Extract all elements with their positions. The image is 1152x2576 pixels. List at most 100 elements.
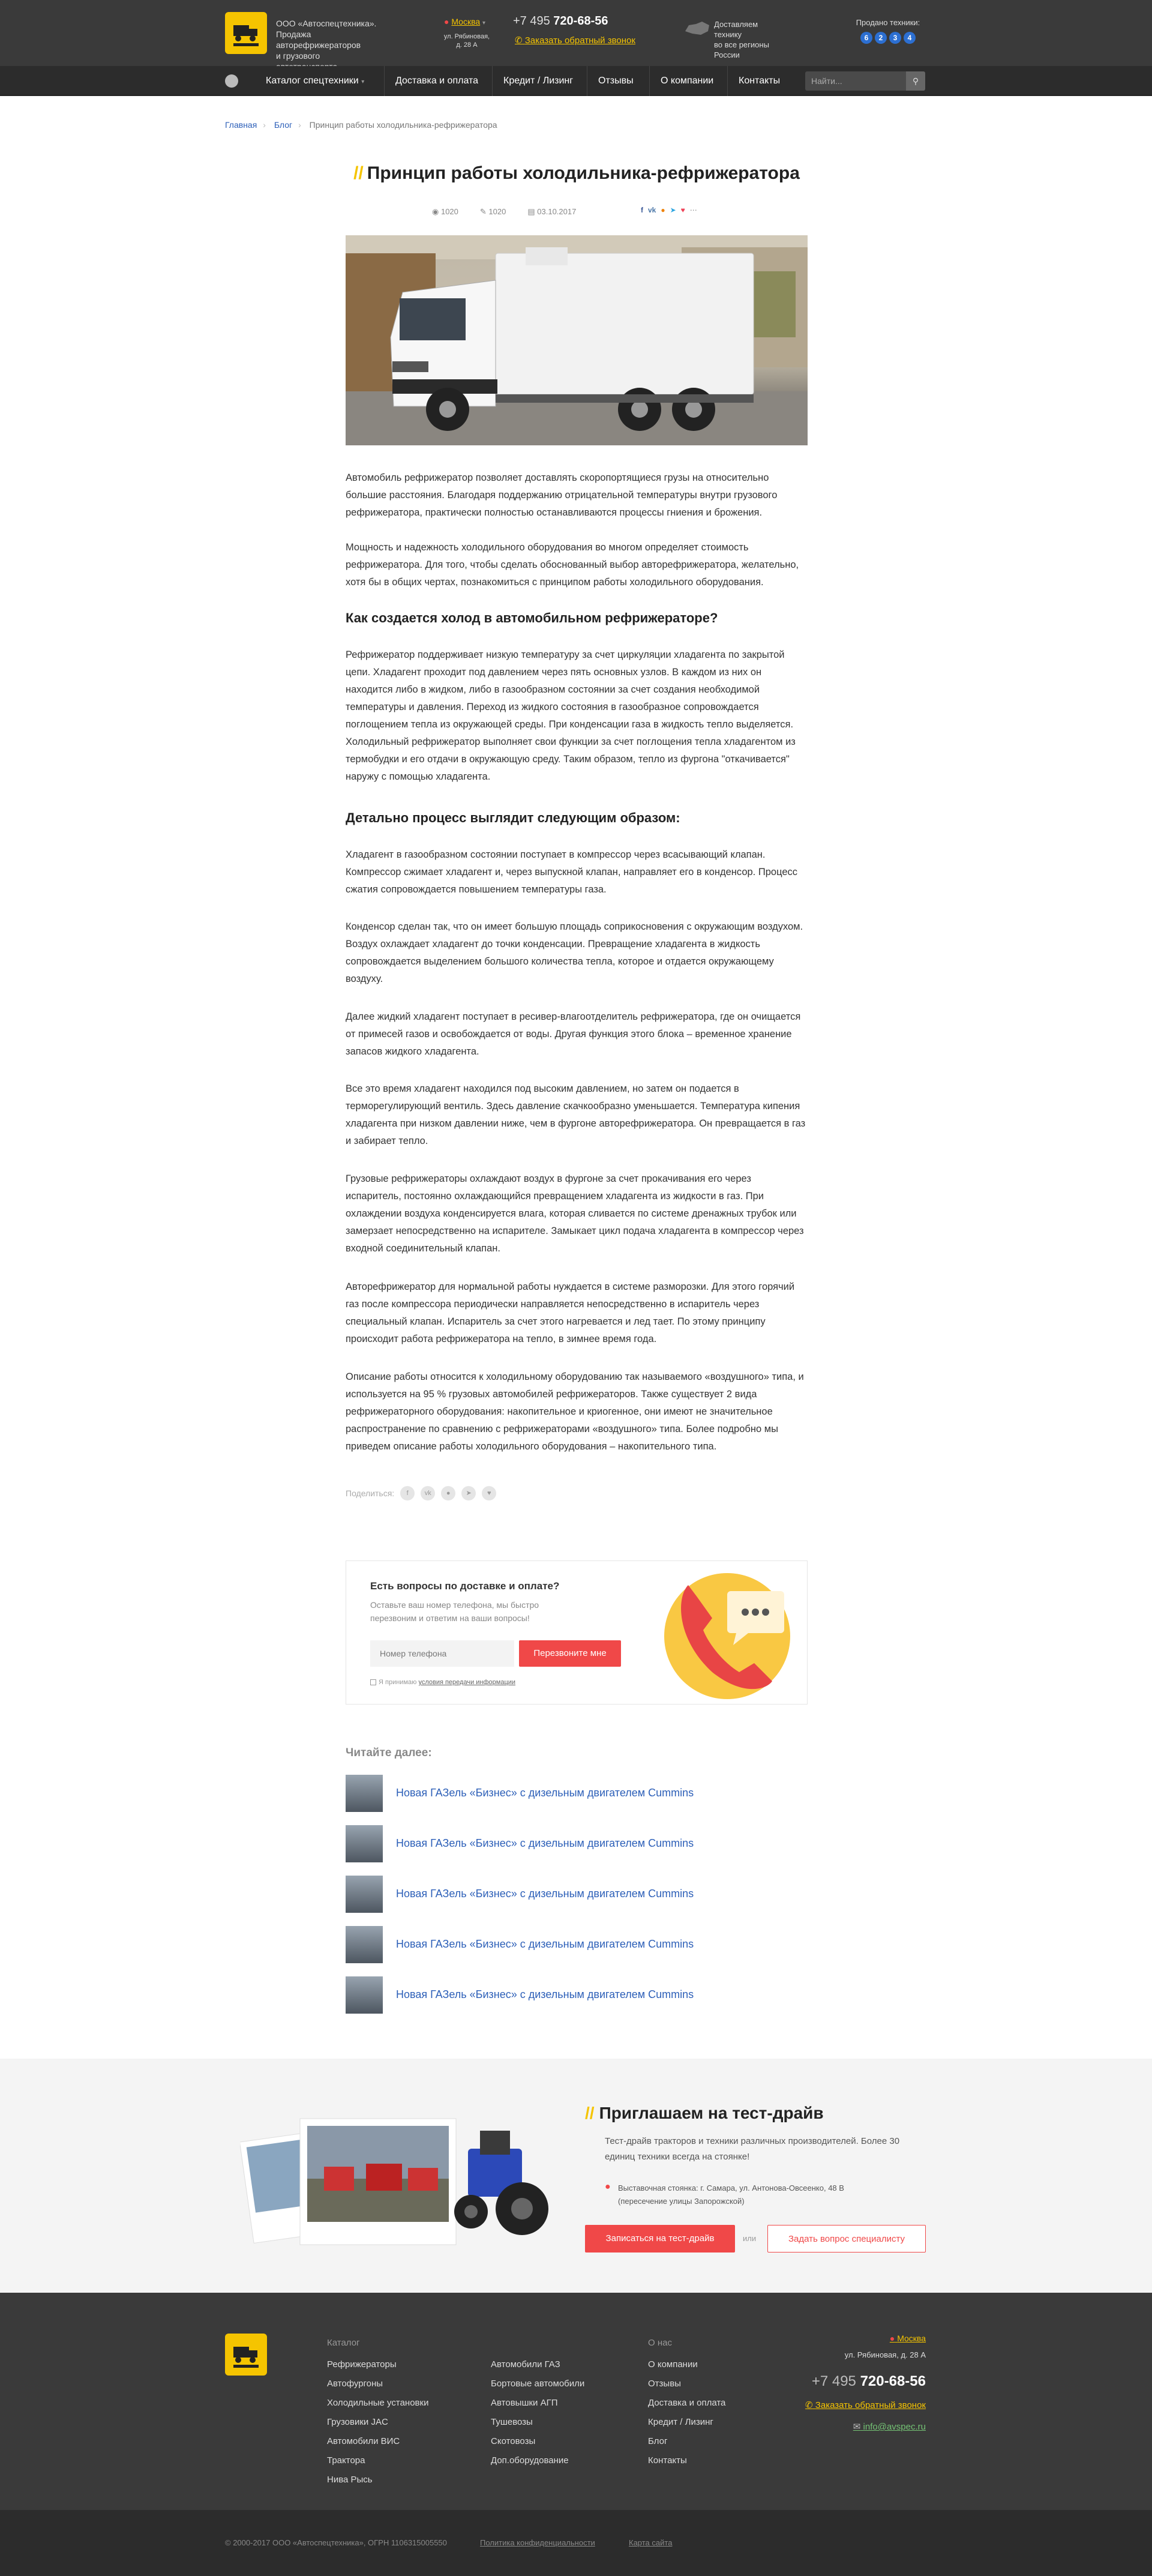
checkbox[interactable] <box>370 1679 376 1686</box>
callback-label: Заказать обратный звонок <box>524 35 635 46</box>
article-meta: ◉ 1020 ✎ 1020 ▤ 03.10.2017 <box>432 207 576 217</box>
footer-link[interactable]: Нива Рысь <box>327 2470 428 2490</box>
article-link[interactable]: Новая ГАЗель «Бизнес» с дизельным двигат… <box>396 1888 694 1900</box>
footer-callback-link[interactable]: ✆ Заказать обратный звонок <box>798 2400 926 2410</box>
vk-icon[interactable]: vk <box>648 206 656 214</box>
footer-link[interactable]: Доставка и оплата <box>648 2394 725 2413</box>
footer-link[interactable]: О компании <box>648 2355 725 2374</box>
city-link[interactable]: Москва <box>451 17 480 26</box>
sitemap-link[interactable]: Карта сайта <box>629 2538 672 2547</box>
delivery-line: Доставляем технику <box>714 20 758 39</box>
counter-digit: 3 <box>889 32 901 44</box>
location-pin-icon: ● <box>889 2334 895 2343</box>
odnoklassniki-icon[interactable]: ● <box>661 206 665 214</box>
more-icon[interactable]: ⋯ <box>690 206 697 214</box>
callback-subtitle: Оставьте ваш номер телефона, мы быстро п… <box>370 1600 539 1623</box>
russia-map-icon <box>685 22 709 35</box>
footer-logo[interactable] <box>225 2334 267 2376</box>
privacy-link[interactable]: Политика конфиденциальности <box>480 2538 595 2547</box>
footer-link[interactable]: Рефрижераторы <box>327 2355 428 2374</box>
nav-item-credit[interactable]: Кредит / Лизинг <box>492 66 584 96</box>
article-link[interactable]: Новая ГАЗель «Бизнес» с дизельным двигат… <box>396 1837 694 1850</box>
consent-link[interactable]: условия передачи информации <box>418 1679 515 1686</box>
company-description: ООО «Автоспецтехника». Продажа авторефри… <box>276 18 384 72</box>
breadcrumb-blog[interactable]: Блог <box>274 120 292 130</box>
callback-form: Есть вопросы по доставке и оплате? Остав… <box>346 1560 808 1705</box>
facebook-icon[interactable]: f <box>400 1486 415 1500</box>
publish-date: ▤ 03.10.2017 <box>527 207 576 217</box>
odnoklassniki-icon[interactable]: ● <box>441 1486 456 1500</box>
phone-placeholder: Номер телефона <box>380 1649 447 1658</box>
phone-icon: ✆ <box>805 2400 813 2410</box>
list-item[interactable]: Новая ГАЗель «Бизнес» с дизельным двигат… <box>346 1976 808 2014</box>
main-nav: Каталог спецтехники ▾ Доставка и оплата … <box>0 66 1152 96</box>
footer-link[interactable]: Грузовики JAC <box>327 2413 428 2432</box>
pocket-icon[interactable]: ♥ <box>681 206 685 214</box>
footer-link[interactable]: Трактора <box>327 2451 428 2470</box>
chevron-right-icon: › <box>263 120 266 130</box>
consent: Я принимаю условия передачи информации <box>370 1679 515 1686</box>
comments-value: 1020 <box>488 207 506 216</box>
paragraph: Конденсор сделан так, что он имеет больш… <box>346 921 803 984</box>
nav-item-contacts[interactable]: Контакты <box>727 66 791 96</box>
footer-link[interactable]: Автомобили ГАЗ <box>491 2355 584 2374</box>
logo[interactable] <box>225 12 267 54</box>
share-buttons-bottom: Поделиться: f vk ● ➤ ♥ <box>346 1486 497 1500</box>
footer-link[interactable]: Автомобили ВИС <box>327 2432 428 2451</box>
article-link[interactable]: Новая ГАЗель «Бизнес» с дизельным двигат… <box>396 1988 694 2001</box>
signup-test-drive-button[interactable]: Записаться на тест-драйв <box>585 2225 735 2252</box>
ask-specialist-button[interactable]: Задать вопрос специалисту <box>767 2225 926 2252</box>
city-selector[interactable]: ● Москва ▾ <box>444 17 485 26</box>
facebook-icon[interactable]: f <box>641 206 643 214</box>
search-input[interactable]: Найти... ⚲ <box>805 71 925 91</box>
footer-link[interactable]: Тушевозы <box>491 2413 584 2432</box>
site-header: ООО «Автоспецтехника». Продажа авторефри… <box>0 0 1152 71</box>
vk-icon[interactable]: vk <box>421 1486 436 1500</box>
date-value: 03.10.2017 <box>537 207 577 216</box>
footer-link[interactable]: Отзывы <box>648 2374 725 2394</box>
footer-link[interactable]: Кредит / Лизинг <box>648 2413 725 2432</box>
call-me-button[interactable]: Перезвоните мне <box>519 1640 621 1667</box>
chevron-right-icon: › <box>298 120 301 130</box>
footer-link[interactable]: Бортовые автомобили <box>491 2374 584 2394</box>
footer-link[interactable]: Блог <box>648 2432 725 2451</box>
footer-link[interactable]: Автофургоны <box>327 2374 428 2394</box>
list-item[interactable]: Новая ГАЗель «Бизнес» с дизельным двигат… <box>346 1825 808 1862</box>
search-placeholder: Найти... <box>811 76 842 86</box>
search-icon[interactable]: ⚲ <box>906 71 925 91</box>
article-link[interactable]: Новая ГАЗель «Бизнес» с дизельным двигат… <box>396 1787 694 1799</box>
address-line: ул. Рябиновая, <box>443 33 490 40</box>
test-drive-address: Выставочная стоянка: г. Самара, ул. Анто… <box>618 2183 844 2206</box>
phone-field[interactable]: Номер телефона <box>370 1640 514 1667</box>
telegram-icon[interactable]: ➤ <box>670 206 676 214</box>
nav-label: Отзывы <box>598 76 634 86</box>
paragraph: Все это время хладагент находился под вы… <box>346 1083 806 1146</box>
pocket-icon[interactable]: ♥ <box>482 1486 497 1500</box>
company-line: Продажа авторефрижераторов <box>276 29 361 50</box>
article-link[interactable]: Новая ГАЗель «Бизнес» с дизельным двигат… <box>396 1938 694 1951</box>
nav-item-catalog[interactable]: Каталог спецтехники ▾ <box>255 66 375 96</box>
nav-label: Кредит / Лизинг <box>503 76 574 86</box>
telegram-icon[interactable]: ➤ <box>461 1486 476 1500</box>
footer-link[interactable]: Холодильные установки <box>327 2394 428 2413</box>
footer-link[interactable]: Доп.оборудование <box>491 2451 584 2470</box>
footer-email[interactable]: ✉ info@avspec.ru <box>798 2421 926 2432</box>
or-label: или <box>743 2234 757 2243</box>
footer-link[interactable]: Контакты <box>648 2451 725 2470</box>
nav-item-delivery[interactable]: Доставка и оплата <box>384 66 489 96</box>
consent-text: Я принимаю <box>379 1679 417 1686</box>
home-icon[interactable] <box>225 74 238 88</box>
site-footer: Каталог Рефрижераторы Автофургоны Холоди… <box>0 2293 1152 2510</box>
footer-link[interactable]: Автовышки АГП <box>491 2394 584 2413</box>
breadcrumb-home[interactable]: Главная <box>225 120 257 130</box>
callback-link[interactable]: ✆ Заказать обратный звонок <box>515 35 635 46</box>
footer-link[interactable]: Скотовозы <box>491 2432 584 2451</box>
nav-item-reviews[interactable]: Отзывы <box>587 66 644 96</box>
list-item[interactable]: Новая ГАЗель «Бизнес» с дизельным двигат… <box>346 1926 808 1963</box>
footer-city[interactable]: ● Москва <box>840 2334 926 2343</box>
list-item[interactable]: Новая ГАЗель «Бизнес» с дизельным двигат… <box>346 1775 808 1812</box>
list-item[interactable]: Новая ГАЗель «Бизнес» с дизельным двигат… <box>346 1876 808 1913</box>
footer-phone[interactable]: +7 495 720-68-56 <box>798 2373 926 2390</box>
header-phone[interactable]: +7 495 720-68-56 <box>513 14 608 28</box>
nav-item-about[interactable]: О компании <box>649 66 724 96</box>
